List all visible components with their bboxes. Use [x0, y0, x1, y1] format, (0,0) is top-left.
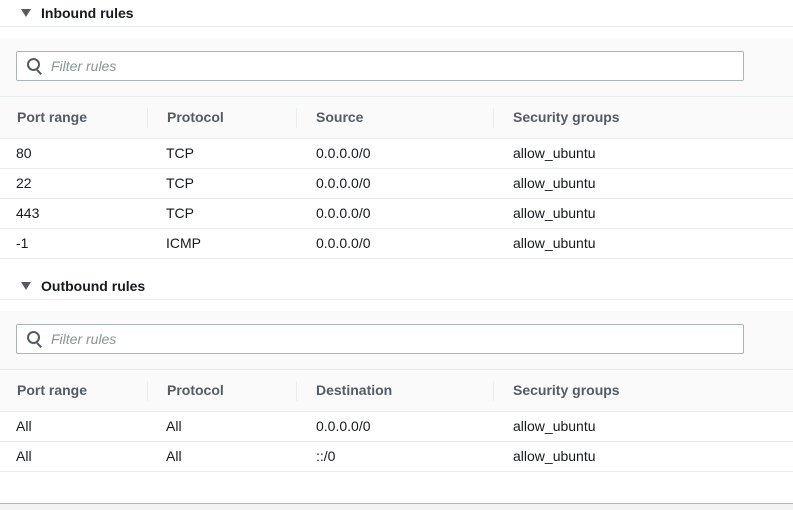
column-header-security-groups[interactable]: Security groups	[513, 97, 620, 138]
cell-source: 0.0.0.0/0	[316, 235, 371, 251]
search-icon	[27, 58, 43, 75]
cell-port-range: 80	[16, 145, 32, 161]
outbound-table-header: Port range Protocol Destination Security…	[0, 369, 793, 412]
inbound-rules-title: Inbound rules	[41, 5, 134, 21]
column-divider[interactable]	[147, 108, 148, 128]
column-header-source[interactable]: Source	[316, 97, 363, 138]
cell-protocol: All	[166, 418, 182, 434]
column-header-port-range[interactable]: Port range	[17, 97, 87, 138]
column-divider[interactable]	[493, 381, 494, 401]
cell-port-range: 22	[16, 175, 32, 191]
cell-port-range: 443	[16, 205, 40, 221]
cell-port-range: -1	[16, 235, 29, 251]
cell-source: 0.0.0.0/0	[316, 205, 371, 221]
cell-protocol: TCP	[166, 145, 194, 161]
table-row: 80 TCP 0.0.0.0/0 allow_ubuntu	[0, 139, 793, 169]
column-divider[interactable]	[296, 108, 297, 128]
cell-security-group: allow_ubuntu	[513, 205, 596, 221]
cell-security-group: allow_ubuntu	[513, 175, 596, 191]
cell-destination: ::/0	[316, 448, 336, 464]
cell-protocol: TCP	[166, 205, 194, 221]
table-row: All All 0.0.0.0/0 allow_ubuntu	[0, 412, 793, 442]
inbound-table-header: Port range Protocol Source Security grou…	[0, 96, 793, 139]
column-header-port-range[interactable]: Port range	[17, 370, 87, 411]
cell-port-range: All	[16, 448, 32, 464]
column-header-destination[interactable]: Destination	[316, 370, 392, 411]
table-row: 443 TCP 0.0.0.0/0 allow_ubuntu	[0, 199, 793, 229]
cell-security-group: allow_ubuntu	[513, 448, 596, 464]
inbound-filter-bar	[0, 38, 793, 96]
inbound-rules-header[interactable]: Inbound rules	[0, 0, 793, 27]
cell-protocol: ICMP	[166, 235, 201, 251]
column-divider[interactable]	[147, 381, 148, 401]
cell-protocol: TCP	[166, 175, 194, 191]
outbound-rules-title: Outbound rules	[41, 278, 146, 294]
table-row: -1 ICMP 0.0.0.0/0 allow_ubuntu	[0, 229, 793, 259]
cell-port-range: All	[16, 418, 32, 434]
outbound-filter-input[interactable]	[51, 331, 711, 347]
table-row: All All ::/0 allow_ubuntu	[0, 442, 793, 472]
column-divider[interactable]	[493, 108, 494, 128]
cell-security-group: allow_ubuntu	[513, 235, 596, 251]
cell-security-group: allow_ubuntu	[513, 145, 596, 161]
outbound-filter-bar	[0, 311, 793, 369]
cell-source: 0.0.0.0/0	[316, 145, 371, 161]
column-header-protocol[interactable]: Protocol	[167, 97, 224, 138]
column-header-security-groups[interactable]: Security groups	[513, 370, 620, 411]
outbound-filter-box[interactable]	[16, 324, 744, 354]
column-header-protocol[interactable]: Protocol	[167, 370, 224, 411]
outbound-rules-header[interactable]: Outbound rules	[0, 273, 793, 300]
caret-down-icon[interactable]	[21, 282, 31, 290]
search-icon	[27, 331, 43, 348]
outbound-rules-table: Port range Protocol Destination Security…	[0, 369, 793, 472]
cell-source: 0.0.0.0/0	[316, 175, 371, 191]
column-divider[interactable]	[296, 381, 297, 401]
panel-bottom-border	[0, 503, 793, 510]
inbound-rules-table: Port range Protocol Source Security grou…	[0, 96, 793, 259]
cell-destination: 0.0.0.0/0	[316, 418, 371, 434]
caret-down-icon[interactable]	[21, 9, 31, 17]
cell-security-group: allow_ubuntu	[513, 418, 596, 434]
table-row: 22 TCP 0.0.0.0/0 allow_ubuntu	[0, 169, 793, 199]
inbound-filter-input[interactable]	[51, 58, 711, 74]
cell-protocol: All	[166, 448, 182, 464]
inbound-filter-box[interactable]	[16, 51, 744, 81]
